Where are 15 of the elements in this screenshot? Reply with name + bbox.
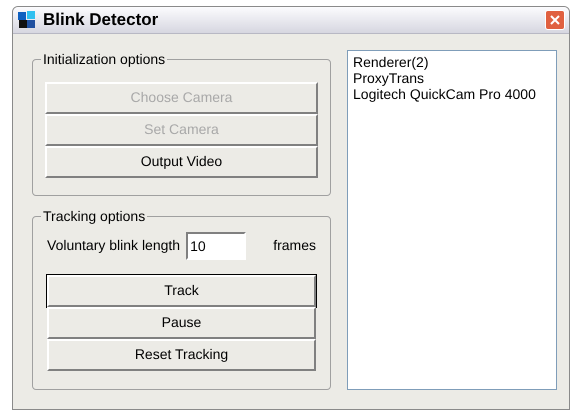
input-field[interactable]: 10 [186, 232, 246, 260]
list-item[interactable]: ProxyTrans [353, 70, 551, 86]
app-icon [17, 10, 37, 30]
list-item[interactable]: Logitech QuickCam Pro 4000 [353, 86, 551, 102]
close-button[interactable] [545, 10, 565, 30]
button[interactable]: Pause [47, 306, 316, 338]
device-list[interactable]: Renderer(2) ProxyTrans Logitech QuickCam Pro 4000 [347, 50, 557, 390]
button[interactable]: Output Video [45, 146, 318, 178]
button[interactable]: Reset Tracking [47, 338, 316, 370]
list-item[interactable]: Renderer(2) [353, 54, 551, 70]
field-label: Voluntary blink length [47, 236, 180, 255]
unit-label: frames [273, 236, 316, 255]
window-title: Blink Detector [43, 9, 158, 31]
close-icon [550, 14, 560, 25]
button[interactable]: Track [47, 274, 316, 306]
